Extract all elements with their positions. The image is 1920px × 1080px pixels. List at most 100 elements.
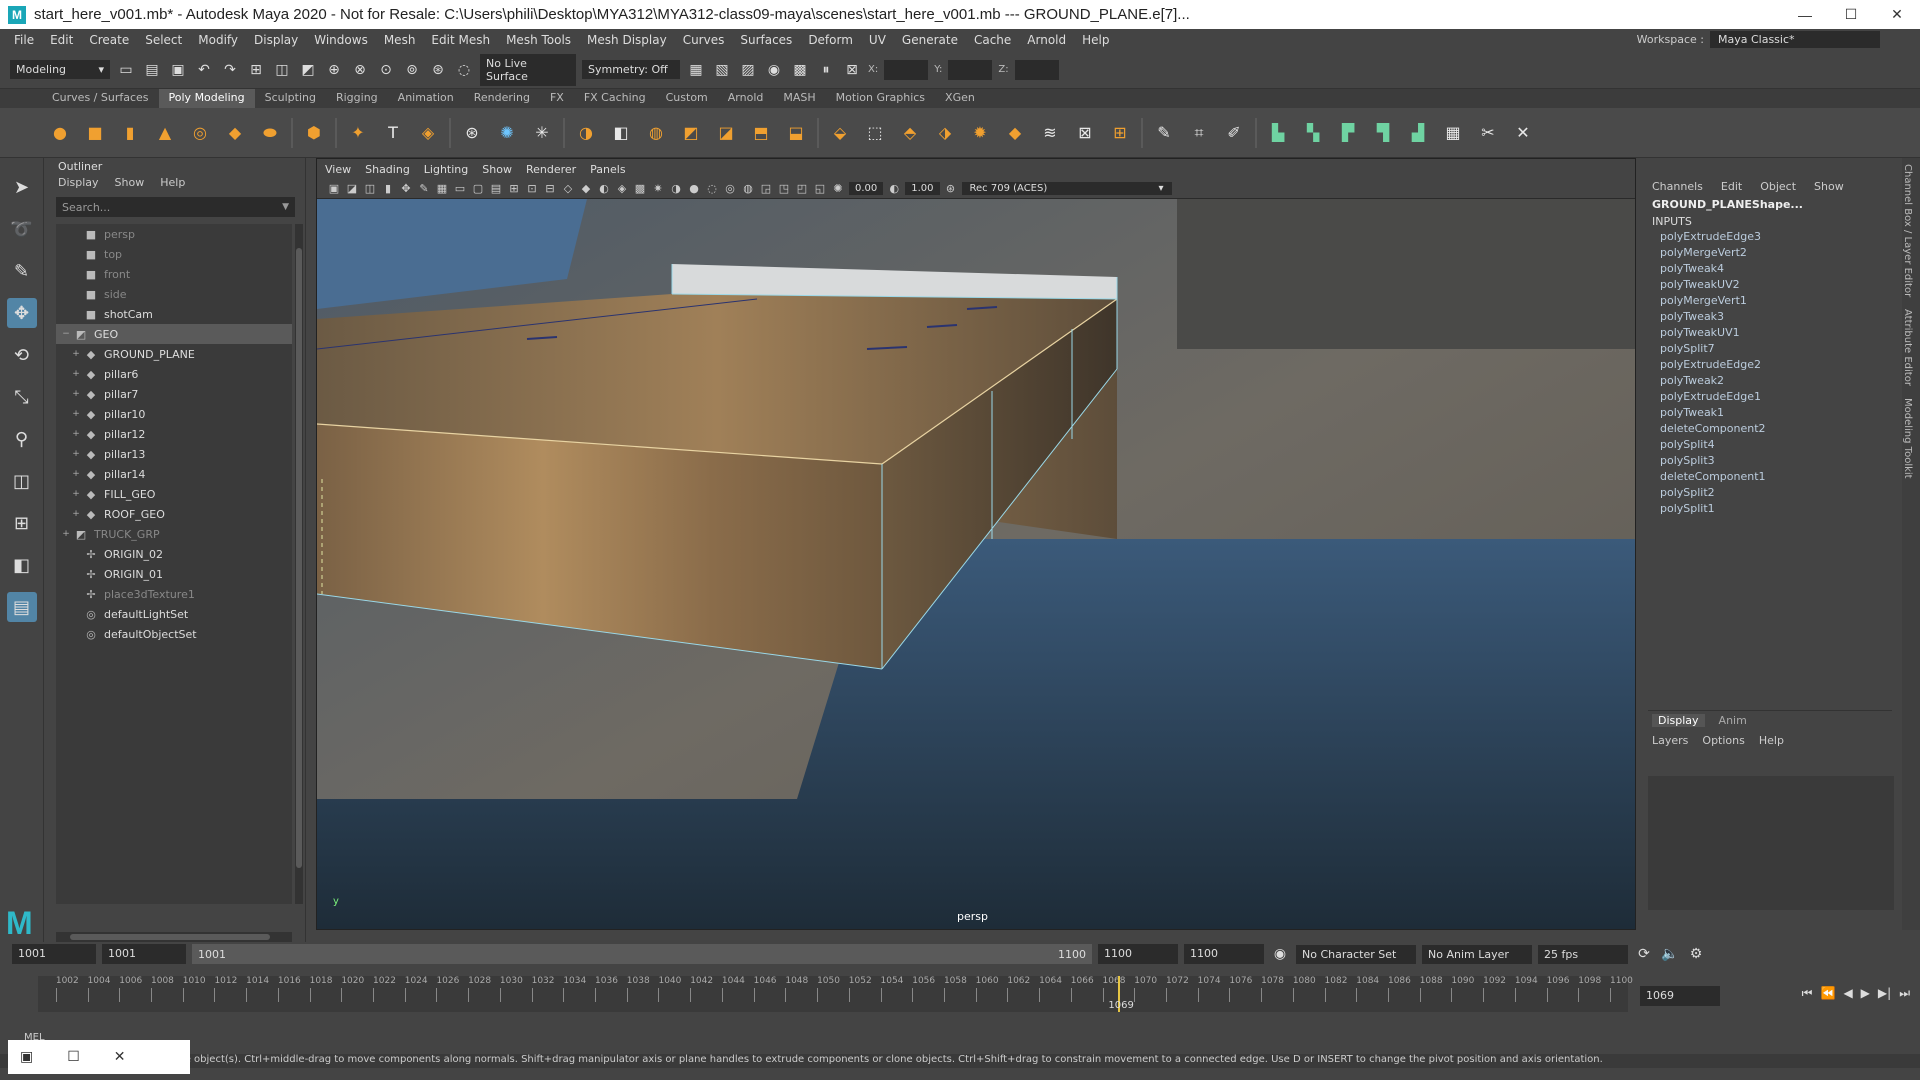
exposure-field[interactable]: 0.00 bbox=[849, 182, 884, 195]
snap-point-icon[interactable]: ⊙ bbox=[376, 60, 396, 80]
menu-modify[interactable]: Modify bbox=[190, 33, 246, 47]
bookmark-icon[interactable]: ◫ bbox=[363, 182, 377, 196]
hypershade-icon[interactable]: ◉ bbox=[764, 60, 784, 80]
live-surface-icon[interactable]: ◌ bbox=[454, 60, 474, 80]
four-view-icon[interactable]: ⊞ bbox=[7, 508, 37, 538]
image-plane-icon[interactable]: ▮ bbox=[381, 182, 395, 196]
separate-icon[interactable]: ◧ bbox=[607, 119, 635, 147]
circularize-icon[interactable]: ⊠ bbox=[1071, 119, 1099, 147]
chamfer-icon[interactable]: ✹ bbox=[966, 119, 994, 147]
shelf-tab-animation[interactable]: Animation bbox=[388, 89, 464, 108]
symmetry-dropdown[interactable]: Symmetry: Off bbox=[582, 60, 680, 79]
input-node[interactable]: polySplit7 bbox=[1644, 342, 1920, 358]
expand-toggle-icon[interactable]: + bbox=[70, 369, 82, 379]
shelf-tab-sculpting[interactable]: Sculpting bbox=[255, 89, 326, 108]
outliner-item[interactable]: + ◆ pillar14 bbox=[56, 464, 292, 484]
expand-toggle-icon[interactable]: + bbox=[70, 349, 82, 359]
poly-torus-icon[interactable]: ◎ bbox=[186, 119, 214, 147]
wireframe-on-shaded-icon[interactable]: ◈ bbox=[615, 182, 629, 196]
two-d-pan-icon[interactable]: ✥ bbox=[399, 182, 413, 196]
snap-view-icon[interactable]: ⊚ bbox=[402, 60, 422, 80]
chevron-down-icon[interactable]: ▼ bbox=[282, 202, 289, 212]
expand-toggle-icon[interactable]: + bbox=[70, 389, 82, 399]
menu-windows[interactable]: Windows bbox=[306, 33, 376, 47]
shelf-tab-motion-graphics[interactable]: Motion Graphics bbox=[826, 89, 935, 108]
audio-icon[interactable]: 🔈 bbox=[1660, 944, 1680, 964]
field-chart-icon[interactable]: ⊞ bbox=[507, 182, 521, 196]
menu-set-dropdown[interactable]: Modeling ▾ bbox=[10, 60, 110, 79]
quad-draw-icon[interactable]: ✐ bbox=[1220, 119, 1248, 147]
wireframe-icon[interactable]: ◇ bbox=[561, 182, 575, 196]
sculpt-icon[interactable]: ⊛ bbox=[458, 119, 486, 147]
cylindrical-map-icon[interactable]: ▛ bbox=[1334, 119, 1362, 147]
append-polygon-icon[interactable]: ⬘ bbox=[896, 119, 924, 147]
input-node[interactable]: deleteComponent1 bbox=[1644, 470, 1920, 486]
anim-layer-dropdown[interactable]: No Anim Layer bbox=[1422, 944, 1532, 964]
shelf-tab-rendering[interactable]: Rendering bbox=[464, 89, 540, 108]
outliner-item[interactable]: + ◆ pillar12 bbox=[56, 424, 292, 444]
minimize-button[interactable]: — bbox=[1782, 0, 1828, 29]
menu-mesh[interactable]: Mesh bbox=[376, 33, 424, 47]
viewport-menu-lighting[interactable]: Lighting bbox=[424, 163, 468, 176]
outliner-item[interactable]: ■ front bbox=[56, 264, 292, 284]
boolean-icon[interactable]: ◩ bbox=[677, 119, 705, 147]
shelf-tab-rigging[interactable]: Rigging bbox=[326, 89, 388, 108]
selected-object-name[interactable]: GROUND_PLANEShape... bbox=[1644, 196, 1920, 213]
default-material-icon[interactable]: ◐ bbox=[597, 182, 611, 196]
safe-action-icon[interactable]: ⊡ bbox=[525, 182, 539, 196]
outliner-persp-icon[interactable]: ▤ bbox=[6, 592, 37, 622]
render-frame-icon[interactable]: ▦ bbox=[686, 60, 706, 80]
close-button[interactable]: ✕ bbox=[1874, 0, 1920, 29]
poly-cube-icon[interactable]: ■ bbox=[81, 119, 109, 147]
input-node[interactable]: polyMergeVert1 bbox=[1644, 294, 1920, 310]
textured-icon[interactable]: ▩ bbox=[633, 182, 647, 196]
outliner-item[interactable]: ✢ place3dTexture1 bbox=[56, 584, 292, 604]
save-scene-icon[interactable]: ▣ bbox=[168, 60, 188, 80]
outliner-menu-help[interactable]: Help bbox=[160, 176, 185, 192]
smooth-shade-icon[interactable]: ◆ bbox=[579, 182, 593, 196]
poly-cylinder-icon[interactable]: ▮ bbox=[116, 119, 144, 147]
safe-title-icon[interactable]: ⊟ bbox=[543, 182, 557, 196]
maximize-button[interactable]: ☐ bbox=[1828, 0, 1874, 29]
ipr-render-icon[interactable]: ▧ bbox=[712, 60, 732, 80]
scene-end-field[interactable]: 1100 bbox=[1184, 944, 1264, 964]
outliner-item[interactable]: ◎ defaultObjectSet bbox=[56, 624, 292, 644]
playback-end-field[interactable]: 1100 bbox=[1098, 944, 1178, 964]
outliner-vertical-scrollbar[interactable] bbox=[295, 224, 303, 904]
outliner-item[interactable]: + ◩ TRUCK_GRP bbox=[56, 524, 292, 544]
select-object-icon[interactable]: ◫ bbox=[272, 60, 292, 80]
snap-curve-icon[interactable]: ⊗ bbox=[350, 60, 370, 80]
camera-select-icon[interactable]: ▣ bbox=[327, 182, 341, 196]
input-node[interactable]: polyExtrudeEdge2 bbox=[1644, 358, 1920, 374]
input-node[interactable]: polyTweakUV1 bbox=[1644, 326, 1920, 342]
channelbox-menu-show[interactable]: Show bbox=[1814, 180, 1844, 193]
multi-cut-icon[interactable]: ✎ bbox=[1150, 119, 1178, 147]
poly-sphere-icon[interactable]: ● bbox=[46, 119, 74, 147]
render-settings-icon[interactable]: ▨ bbox=[738, 60, 758, 80]
outliner-menu-show[interactable]: Show bbox=[115, 176, 145, 192]
restore-icon[interactable]: ☐ bbox=[67, 1049, 80, 1065]
layer-menu-layers[interactable]: Layers bbox=[1652, 734, 1688, 747]
new-scene-icon[interactable]: ▭ bbox=[116, 60, 136, 80]
play-icon[interactable]: ▶ bbox=[1861, 986, 1870, 1001]
outliner-item[interactable]: + ◆ pillar13 bbox=[56, 444, 292, 464]
select-component-icon[interactable]: ◩ bbox=[298, 60, 318, 80]
xray-icon[interactable]: ◳ bbox=[777, 182, 791, 196]
xray-components-icon[interactable]: ◱ bbox=[813, 182, 827, 196]
collapse-icon[interactable]: ⊞ bbox=[1106, 119, 1134, 147]
menu-curves[interactable]: Curves bbox=[675, 33, 733, 47]
input-node[interactable]: polySplit1 bbox=[1644, 502, 1920, 518]
film-gate-icon[interactable]: ▭ bbox=[453, 182, 467, 196]
menu-arnold[interactable]: Arnold bbox=[1019, 33, 1074, 47]
soft-select-icon[interactable]: ✺ bbox=[493, 119, 521, 147]
viewport-menu-view[interactable]: View bbox=[325, 163, 351, 176]
undo-icon[interactable]: ↶ bbox=[194, 60, 214, 80]
close-icon[interactable]: ✕ bbox=[114, 1049, 126, 1065]
planar-map-icon[interactable]: ▚ bbox=[1299, 119, 1327, 147]
character-set-dropdown[interactable]: No Character Set bbox=[1296, 944, 1416, 964]
menu-cache[interactable]: Cache bbox=[966, 33, 1019, 47]
lasso-tool-icon[interactable]: ➰ bbox=[7, 214, 37, 244]
viewport-menu-panels[interactable]: Panels bbox=[590, 163, 625, 176]
viewport-menu-show[interactable]: Show bbox=[482, 163, 512, 176]
playback-start-field[interactable]: 1001 bbox=[102, 944, 186, 964]
